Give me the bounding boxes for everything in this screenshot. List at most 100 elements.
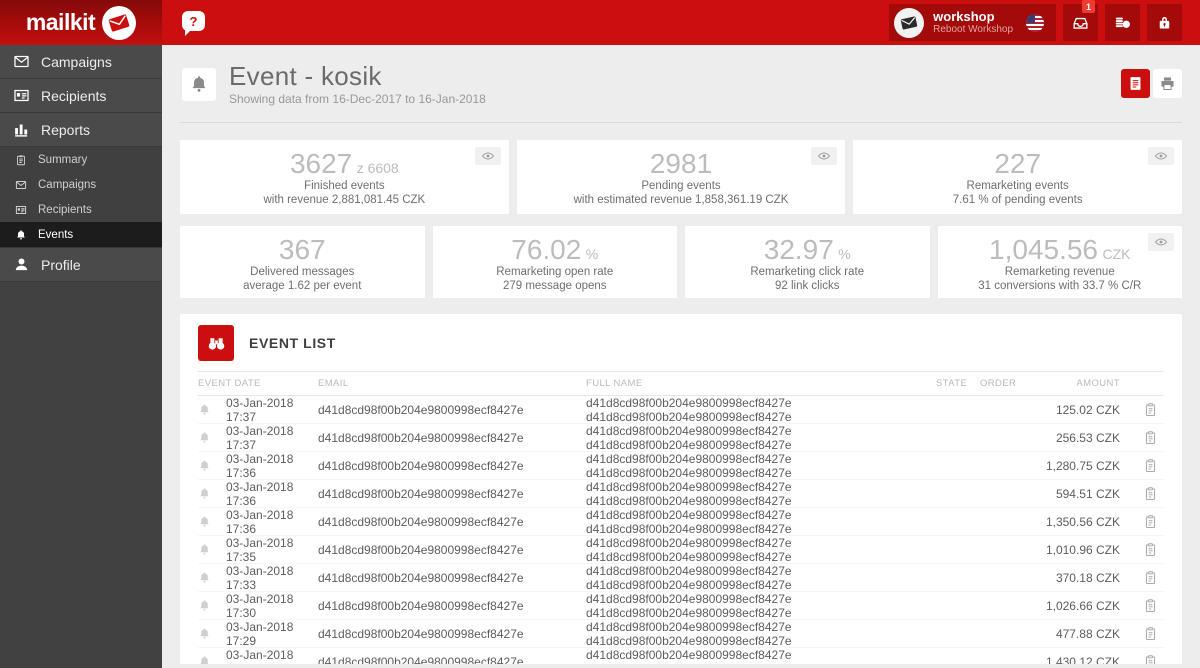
page-title: Event - kosik [229,61,382,91]
help-button[interactable]: ? [182,11,205,36]
event-detail-button[interactable] [1120,402,1164,417]
event-date-cell: 03-Jan-2018 17:36 [226,479,294,508]
event-detail-button[interactable] [1120,598,1164,613]
full-name-cell: d41d8cd98f00b204e9800998ecf8427e d41d8cd… [586,535,792,564]
stat-card: 32.97 % Remarketing click rate 92 link c… [685,226,930,298]
lock-button[interactable] [1147,4,1182,41]
col-full-name[interactable]: FULL NAME [586,378,936,389]
credits-button[interactable] [1105,4,1140,41]
sidebar-item-reports-events[interactable]: Events [0,222,162,247]
account-avatar [894,7,925,38]
event-date-cell: 03-Jan-2018 17:36 [226,507,294,536]
table-row: 03-Jan-2018 17:29 d41d8cd98f00b204e98009… [198,620,1164,648]
table-row: 03-Jan-2018 17:33 d41d8cd98f00b204e98009… [198,564,1164,592]
stat-label: Remarketing click rate [750,266,865,278]
sidebar-item-reports-campaigns[interactable]: Campaigns [0,172,162,197]
email-cell: d41d8cd98f00b204e9800998ecf8427e [318,430,524,445]
mailkit-logo[interactable]: mailkit [0,0,162,45]
stat-value: 2981 [649,148,713,179]
event-date-cell: 03-Jan-2018 17:36 [226,451,294,480]
bell-icon [17,229,25,240]
col-order[interactable]: ORDER [980,378,1024,389]
topbar-actions: workshop Reboot Workshop 1 [889,0,1182,41]
stat-card: 227 Remarketing events 7.61 % of pending… [853,140,1183,214]
stat-sublabel: with revenue 2,881,081.45 CZK [263,194,426,206]
binoculars-icon [198,325,234,361]
sidebar-item-reports-recipients[interactable]: Recipients [0,197,162,222]
language-flag-icon[interactable] [1026,13,1044,32]
amount-cell: 594.51 CZK [1055,486,1120,501]
col-amount[interactable]: AMOUNT [1024,378,1120,389]
sidebar-item-summary[interactable]: Summary [0,147,162,172]
eye-icon[interactable] [1148,147,1175,165]
full-name-cell: d41d8cd98f00b204e9800998ecf8427e d41d8cd… [586,563,792,592]
event-date-cell: 03-Jan-2018 17:30 [226,591,294,620]
email-cell: d41d8cd98f00b204e9800998ecf8427e [318,402,524,417]
table-row: 03-Jan-2018 17:36 d41d8cd98f00b204e98009… [198,480,1164,508]
full-name-cell: d41d8cd98f00b204e9800998ecf8427e d41d8cd… [586,451,792,480]
printer-icon [1161,77,1174,91]
table-row: 03-Jan-2018 17:29 d41d8cd98f00b204e98009… [198,648,1164,664]
stat-suffix: % [838,246,851,262]
full-name-cell: d41d8cd98f00b204e9800998ecf8427e d41d8cd… [586,423,792,452]
stat-value: 76.02 [511,234,582,265]
event-detail-button[interactable] [1120,654,1164,664]
email-cell: d41d8cd98f00b204e9800998ecf8427e [318,626,524,641]
full-name-cell: d41d8cd98f00b204e9800998ecf8427e d41d8cd… [586,395,792,424]
col-state[interactable]: STATE [936,378,980,389]
eye-icon[interactable] [811,147,838,165]
col-event-date[interactable]: EVENT DATE [198,378,318,389]
contact-card-icon [15,205,27,214]
stat-card: 367 Delivered messages average 1.62 per … [180,226,425,298]
event-detail-button[interactable] [1120,458,1164,473]
event-date-cell: 03-Jan-2018 17:29 [226,647,294,665]
eye-icon[interactable] [474,147,501,165]
event-bell-icon [182,67,216,101]
event-date-cell: 03-Jan-2018 17:33 [226,563,294,592]
mailkit-envelope-icon [102,5,137,40]
col-email[interactable]: EMAIL [318,378,586,389]
help-question-icon: ? [189,13,198,29]
bell-icon [198,655,226,664]
reports-submenu: Summary Campaigns Recipients Events [0,147,162,248]
clipboard-detail-icon [1145,543,1156,556]
stats-row-1: 3627 z 6608 Finished events with revenue… [180,140,1183,214]
bell-icon [198,487,226,500]
event-table: EVENT DATE EMAIL FULL NAME STATE ORDER A… [180,371,1182,664]
eye-icon[interactable] [1148,233,1174,251]
account-switcher[interactable]: workshop Reboot Workshop [889,4,1056,41]
event-date-cell: 03-Jan-2018 17:37 [226,423,294,452]
amount-cell: 256.53 CZK [1055,430,1120,445]
full-name-cell: d41d8cd98f00b204e9800998ecf8427e d41d8cd… [586,647,792,665]
event-detail-button[interactable] [1120,486,1164,501]
bell-icon [198,599,226,612]
sidebar: Campaigns Recipients Reports Summary Cam… [0,45,162,668]
stat-value: 367 [278,234,326,265]
stat-label: Remarketing events [966,180,1069,192]
email-cell: d41d8cd98f00b204e9800998ecf8427e [318,598,524,613]
amount-cell: 477.88 CZK [1055,626,1120,641]
event-detail-button[interactable] [1120,542,1164,557]
event-list-title: EVENT LIST [249,335,336,351]
bell-icon [198,543,226,556]
export-xls-button[interactable] [1121,69,1150,98]
bar-chart-icon [15,124,28,137]
sidebar-item-recipients[interactable]: Recipients [0,79,162,113]
sidebar-item-profile[interactable]: Profile [0,248,162,282]
inbox-button[interactable]: 1 [1063,0,1098,41]
email-cell: d41d8cd98f00b204e9800998ecf8427e [318,458,524,473]
event-detail-button[interactable] [1120,430,1164,445]
table-header: EVENT DATE EMAIL FULL NAME STATE ORDER A… [198,371,1164,396]
sidebar-item-reports[interactable]: Reports [0,113,162,147]
stat-value: 3627 [289,148,353,179]
event-detail-button[interactable] [1120,514,1164,529]
event-detail-button[interactable] [1120,570,1164,585]
bell-icon [198,571,226,584]
clipboard-detail-icon [1145,487,1156,500]
event-detail-button[interactable] [1120,626,1164,641]
sidebar-item-campaigns[interactable]: Campaigns [0,45,162,79]
stat-label: Remarketing revenue [1004,266,1115,278]
event-date-cell: 03-Jan-2018 17:35 [226,535,294,564]
stat-label: Finished events [304,180,385,192]
print-button[interactable] [1153,69,1182,98]
